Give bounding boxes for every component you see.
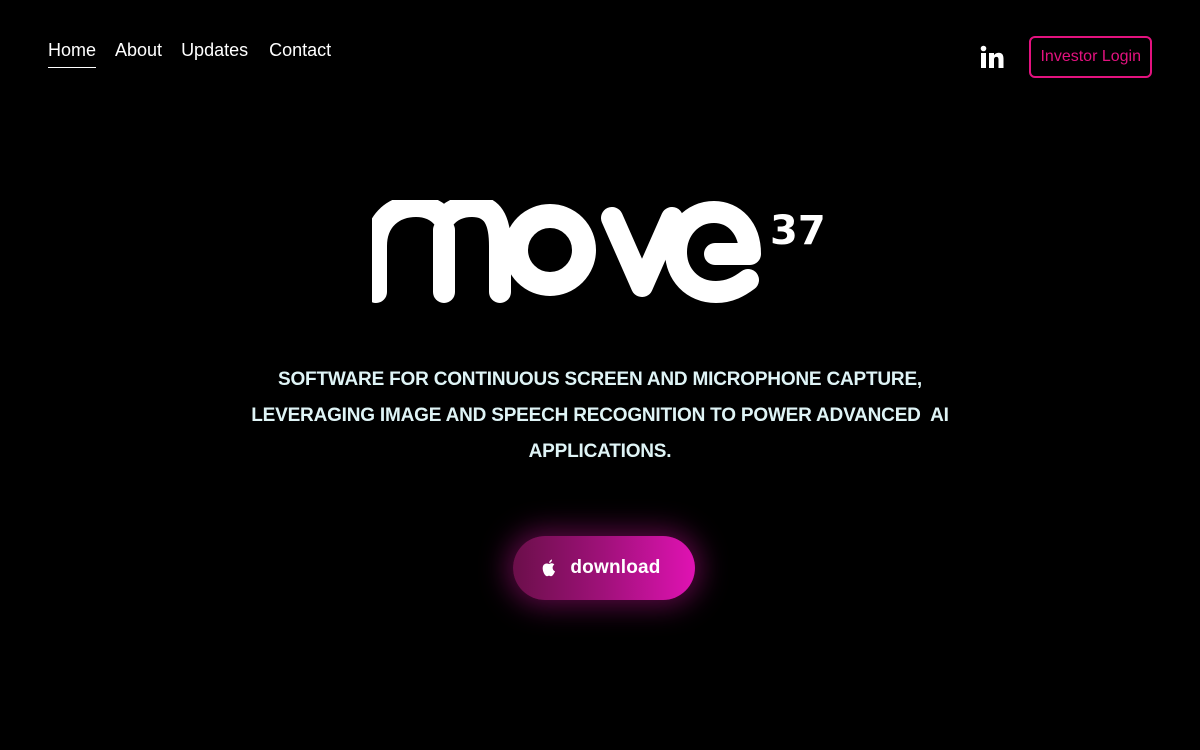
tagline: SOFTWARE FOR CONTINUOUS SCREEN AND MICRO… [200,362,1000,470]
download-label: download [570,557,661,578]
investor-login-button[interactable]: Investor Login [1029,36,1152,78]
move37-logo: 37 [372,200,826,303]
nav-contact[interactable]: Contact [269,40,331,68]
download-button[interactable]: download [513,536,695,600]
apple-icon [543,559,556,577]
linkedin-icon[interactable] [980,45,1004,69]
page: Home About Updates Contact Investor Logi… [0,0,1200,750]
main-nav: Home About Updates Contact [48,36,350,68]
logo-superscript: 37 [770,208,826,254]
nav-home[interactable]: Home [48,40,97,68]
nav-updates[interactable]: Updates [181,40,248,68]
tagline-line-3: APPLICATIONS. [528,441,672,462]
nav-about[interactable]: About [115,40,162,68]
header-actions: Investor Login [980,36,1152,78]
tagline-line-1: SOFTWARE FOR CONTINUOUS SCREEN AND MICRO… [277,369,922,390]
tagline-line-2: LEVERAGING IMAGE AND SPEECH RECOGNITION … [251,405,949,426]
